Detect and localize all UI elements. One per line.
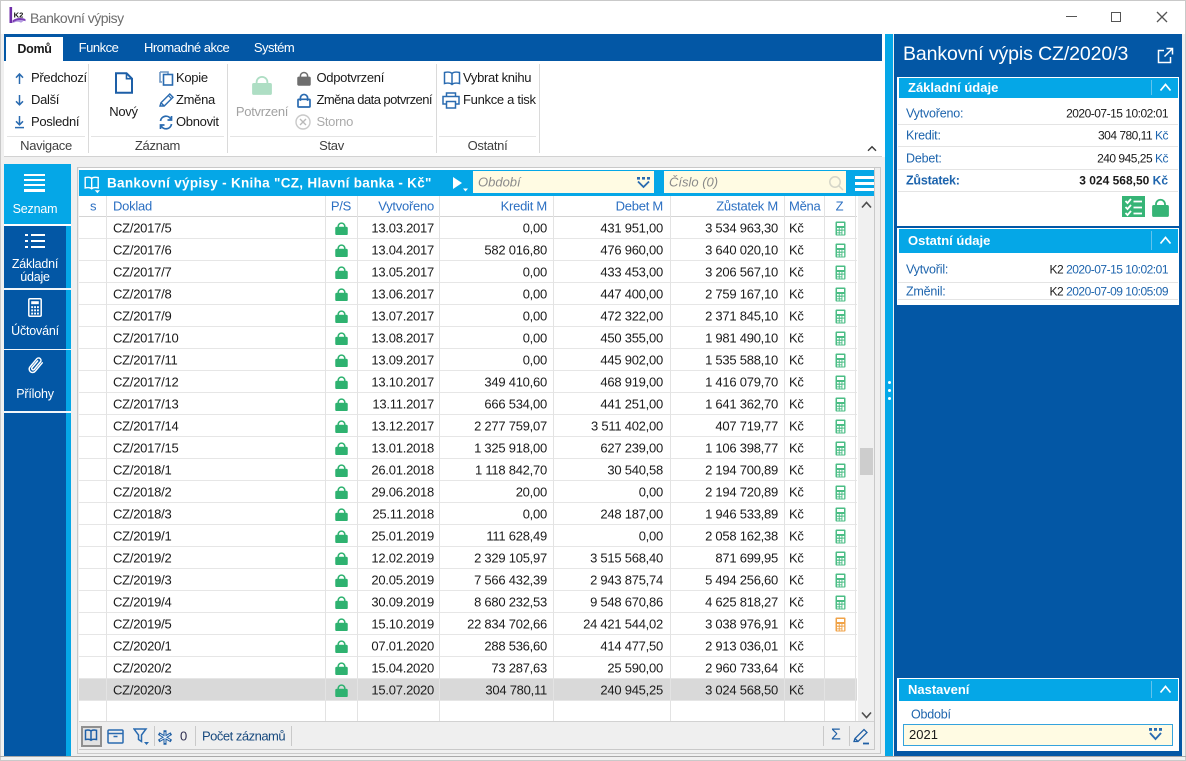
svg-text:K2: K2 (14, 10, 24, 19)
